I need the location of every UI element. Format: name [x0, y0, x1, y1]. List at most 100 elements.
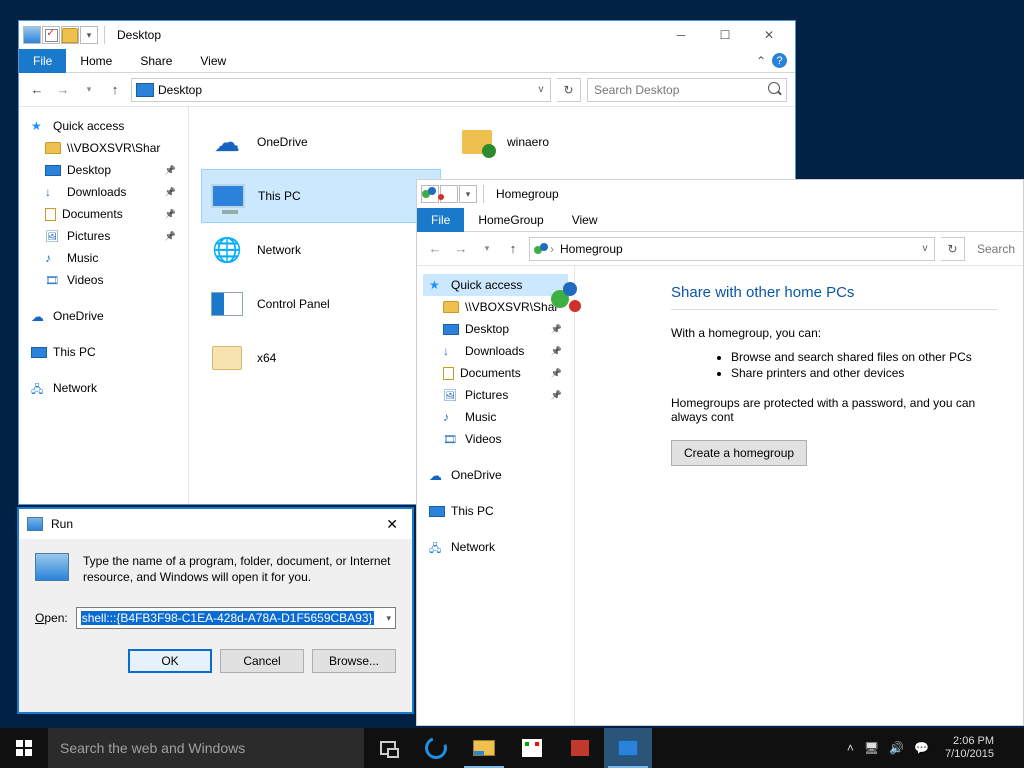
history-dropdown-icon[interactable]: ▾	[477, 239, 497, 259]
nav-this-pc[interactable]: This PC	[423, 500, 568, 522]
nav-onedrive[interactable]: OneDrive	[423, 464, 568, 486]
desktop-icon	[443, 324, 459, 335]
tile-network[interactable]: Network	[201, 223, 441, 277]
ribbon-tabs: File HomeGroup View	[417, 208, 1023, 232]
nav-item-documents[interactable]: Documents	[25, 203, 182, 225]
nav-this-pc[interactable]: This PC	[25, 341, 182, 363]
divider	[483, 185, 484, 203]
folder-icon	[45, 142, 61, 154]
tray-expand-icon[interactable]: ˄	[847, 741, 854, 755]
tab-share[interactable]: Share	[126, 49, 186, 73]
history-dropdown-icon[interactable]: ▾	[79, 80, 99, 100]
pin-icon	[551, 368, 562, 379]
collapse-ribbon-icon[interactable]	[756, 54, 766, 68]
nav-network[interactable]: Network	[25, 377, 182, 399]
taskbar-search-input[interactable]: Search the web and Windows	[48, 728, 364, 768]
address-row: ← → ▾ ↑ Desktop v ↻ Search Desktop	[19, 73, 795, 107]
address-bar[interactable]: › Homegroup v	[529, 237, 935, 261]
address-text: Desktop	[158, 83, 202, 97]
tab-view[interactable]: View	[186, 49, 240, 73]
nav-item-downloads[interactable]: Downloads	[25, 181, 182, 203]
refresh-button[interactable]: ↻	[557, 78, 581, 102]
ok-button[interactable]: OK	[128, 649, 212, 673]
start-button[interactable]	[0, 728, 48, 768]
forward-button[interactable]: →	[53, 80, 73, 100]
tab-file[interactable]: File	[19, 49, 66, 73]
nav-item-music[interactable]: Music	[423, 406, 568, 428]
task-view-button[interactable]	[364, 728, 412, 768]
up-button[interactable]: ↑	[503, 239, 523, 259]
nav-item-downloads[interactable]: Downloads	[423, 340, 568, 362]
taskbar-app[interactable]	[556, 728, 604, 768]
homegroup-icon[interactable]	[421, 185, 439, 203]
qat-dropdown-icon[interactable]	[80, 26, 98, 44]
open-input[interactable]: shell:::{B4FB3F98-C1EA-428d-A78A-D1F5659…	[76, 607, 396, 629]
nav-item-videos[interactable]: Videos	[25, 269, 182, 291]
forward-button[interactable]: →	[451, 239, 471, 259]
nav-item-desktop[interactable]: Desktop	[423, 318, 568, 340]
address-dropdown-icon[interactable]: v	[916, 243, 934, 254]
tile-this-pc[interactable]: This PC	[201, 169, 441, 223]
refresh-button[interactable]: ↻	[941, 237, 965, 261]
properties-icon[interactable]	[23, 26, 41, 44]
download-icon	[443, 344, 459, 358]
search-input[interactable]: Search	[971, 237, 1015, 261]
volume-icon[interactable]: 🔊	[889, 741, 904, 755]
tab-homegroup[interactable]: HomeGroup	[464, 208, 557, 232]
up-button[interactable]: ↑	[105, 80, 125, 100]
nav-item-pictures[interactable]: Pictures	[423, 384, 568, 406]
folder-icon[interactable]	[61, 26, 79, 44]
tab-home[interactable]: Home	[66, 49, 126, 73]
back-button[interactable]: ←	[27, 80, 47, 100]
titlebar[interactable]: Homegroup	[417, 180, 1023, 208]
nav-quick-access[interactable]: Quick access	[25, 115, 182, 137]
tab-view[interactable]: View	[558, 208, 612, 232]
clock-time: 2:06 PM	[945, 735, 994, 748]
close-button[interactable]: ✕	[380, 516, 404, 533]
pictures-icon	[45, 229, 61, 243]
back-button[interactable]: ←	[425, 239, 445, 259]
run-large-icon	[35, 553, 69, 581]
nav-item-videos[interactable]: Videos	[423, 428, 568, 450]
qat-dropdown-icon[interactable]	[459, 185, 477, 203]
tile-control-panel[interactable]: Control Panel	[201, 277, 441, 331]
maximize-button[interactable]: ☐	[703, 21, 747, 49]
clock[interactable]: 2:06 PM 7/10/2015	[939, 735, 1000, 760]
notifications-icon[interactable]: 💬	[914, 741, 929, 755]
tab-file[interactable]: File	[417, 208, 464, 232]
list-item: Share printers and other devices	[731, 366, 997, 380]
network-icon	[209, 232, 245, 268]
network-tray-icon[interactable]: 🖥	[864, 741, 879, 755]
nav-quick-access[interactable]: Quick access	[423, 274, 568, 296]
nav-onedrive[interactable]: OneDrive	[25, 305, 182, 327]
taskbar-explorer[interactable]	[460, 728, 508, 768]
taskbar-control-panel[interactable]	[604, 728, 652, 768]
tile-x64[interactable]: x64	[201, 331, 441, 385]
address-bar[interactable]: Desktop v	[131, 78, 551, 102]
nav-item-music[interactable]: Music	[25, 247, 182, 269]
titlebar[interactable]: Run ✕	[19, 509, 412, 539]
taskbar-edge[interactable]	[412, 728, 460, 768]
nav-item-documents[interactable]: Documents	[423, 362, 568, 384]
nav-item-vboxsvr[interactable]: \\VBOXSVR\Shar	[25, 137, 182, 159]
minimize-button[interactable]: ─	[659, 21, 703, 49]
nav-network[interactable]: Network	[423, 536, 568, 558]
nav-item-vboxsvr[interactable]: \\VBOXSVR\Shar	[423, 296, 568, 318]
browse-button[interactable]: Browse...	[312, 649, 396, 673]
video-icon	[45, 273, 61, 287]
nav-item-pictures[interactable]: Pictures	[25, 225, 182, 247]
search-input[interactable]: Search Desktop	[587, 78, 787, 102]
cancel-button[interactable]: Cancel	[220, 649, 304, 673]
taskbar-store[interactable]	[508, 728, 556, 768]
nav-item-desktop[interactable]: Desktop	[25, 159, 182, 181]
close-button[interactable]: ✕	[747, 21, 791, 49]
create-homegroup-button[interactable]: Create a homegroup	[671, 440, 807, 466]
help-icon[interactable]: ?	[772, 53, 787, 68]
tile-winaero[interactable]: winaero	[451, 115, 691, 169]
dropdown-icon[interactable]: ▾	[386, 613, 391, 624]
address-dropdown-icon[interactable]: v	[532, 84, 550, 95]
tile-onedrive[interactable]: OneDrive	[201, 115, 441, 169]
folder-icon	[212, 346, 242, 370]
checkbox-icon[interactable]	[42, 26, 60, 44]
titlebar[interactable]: Desktop ─ ☐ ✕	[19, 21, 795, 49]
